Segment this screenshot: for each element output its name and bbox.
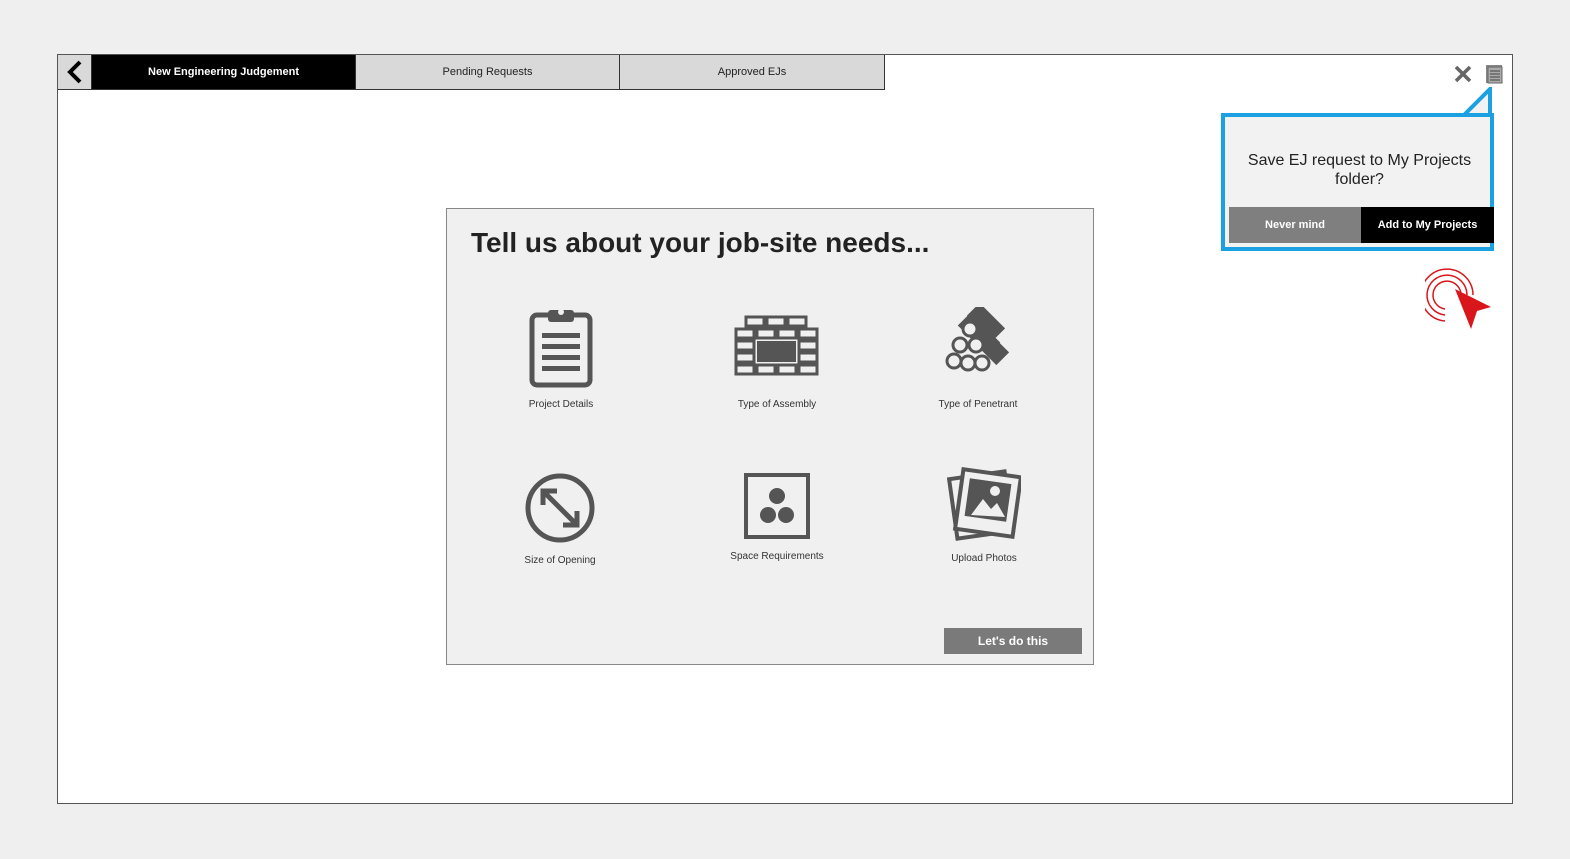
tile-label: Size of Opening: [524, 555, 596, 566]
tile-label: Project Details: [528, 399, 594, 410]
tile-project-details[interactable]: Project Details: [481, 307, 641, 410]
save-popover: Save EJ request to My Projects folder? N…: [1221, 87, 1494, 251]
pipes-icon: [945, 307, 1010, 372]
tab-new-engineering-judgement[interactable]: New Engineering Judgement: [92, 55, 356, 89]
tile-space-requirements[interactable]: Space Requirements: [697, 471, 857, 562]
popover-buttons: Never mind Add to My Projects: [1229, 207, 1494, 243]
clipboard-icon: [529, 309, 593, 388]
tile-label: Type of Penetrant: [938, 399, 1018, 410]
chevron-left-icon: [66, 60, 81, 84]
app-window: New Engineering Judgement Pending Reques…: [57, 54, 1513, 804]
job-site-needs-card: Tell us about your job-site needs... Pro…: [446, 208, 1094, 665]
card-title: Tell us about your job-site needs...: [471, 227, 930, 258]
tab-approved-ejs[interactable]: Approved EJs: [620, 55, 884, 89]
popover-body: Save EJ request to My Projects folder? N…: [1221, 113, 1494, 251]
lets-do-this-button[interactable]: Let's do this: [944, 628, 1082, 654]
photos-icon: [947, 467, 1021, 541]
popover-message: Save EJ request to My Projects folder?: [1247, 152, 1472, 188]
tap-cursor-icon: [1425, 268, 1491, 329]
diagonal-resize-icon: [525, 473, 595, 543]
tile-type-of-assembly[interactable]: Type of Assembly: [697, 307, 857, 410]
tile-upload-photos[interactable]: Upload Photos: [904, 467, 1064, 564]
brick-wall-icon: [734, 315, 819, 376]
never-mind-button[interactable]: Never mind: [1229, 207, 1361, 243]
three-circles-icon: [744, 473, 810, 539]
document-icon[interactable]: [1483, 63, 1505, 85]
close-icon[interactable]: [1453, 64, 1473, 84]
tile-size-of-opening[interactable]: Size of Opening: [480, 471, 640, 566]
tab-bar: New Engineering Judgement Pending Reques…: [58, 55, 885, 90]
tile-label: Space Requirements: [730, 551, 824, 562]
tile-label: Type of Assembly: [737, 399, 817, 410]
add-to-my-projects-button[interactable]: Add to My Projects: [1361, 207, 1494, 243]
back-button[interactable]: [58, 55, 92, 89]
tile-type-of-penetrant[interactable]: Type of Penetrant: [898, 307, 1058, 410]
tab-pending-requests[interactable]: Pending Requests: [356, 55, 620, 89]
tile-label: Upload Photos: [951, 553, 1017, 564]
